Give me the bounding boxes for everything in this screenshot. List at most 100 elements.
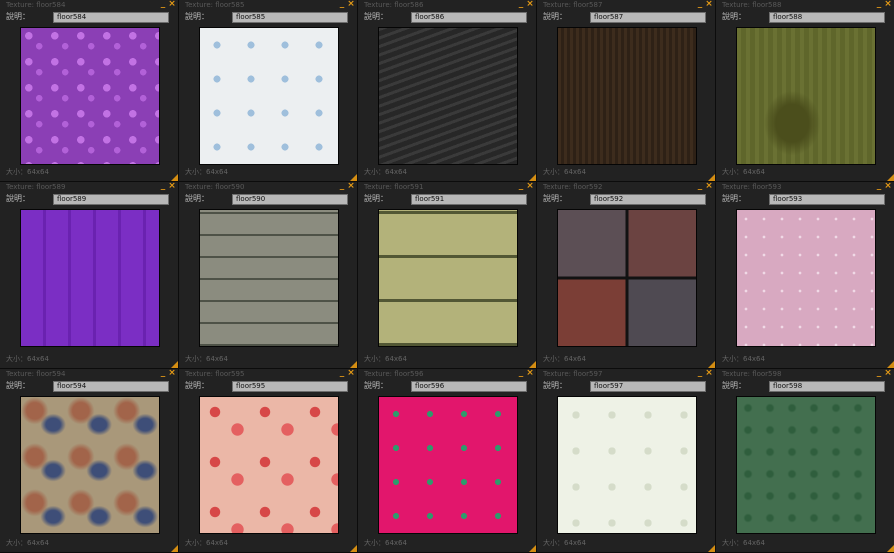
close-icon[interactable]: × (347, 182, 355, 191)
panel-title: Texture: floor584 (6, 1, 66, 9)
resize-grip-icon[interactable] (350, 174, 357, 181)
resize-grip-icon[interactable] (708, 545, 715, 552)
texture-name-field[interactable]: floor596 (411, 381, 527, 392)
close-icon[interactable]: × (884, 0, 892, 9)
panel-title: Texture: floor598 (722, 370, 782, 378)
texture-preview (557, 209, 697, 347)
close-icon[interactable]: × (705, 369, 713, 378)
texture-size-text: 大小：64x64 (364, 539, 407, 547)
minimize-icon[interactable]: _ (875, 182, 883, 191)
texture-name-field[interactable]: floor592 (590, 194, 706, 205)
texture-size-text: 大小：64x64 (6, 355, 49, 363)
minimize-icon[interactable]: _ (517, 369, 525, 378)
description-label: 說明： (6, 194, 30, 203)
resize-grip-icon[interactable] (171, 174, 178, 181)
resize-grip-icon[interactable] (887, 545, 894, 552)
description-label: 說明： (722, 12, 746, 21)
minimize-icon[interactable]: _ (696, 0, 704, 9)
texture-name-field[interactable]: floor590 (232, 194, 348, 205)
texture-panel[interactable]: Texture: floor591 _ × 說明： floor591 大小：64… (358, 182, 537, 369)
minimize-icon[interactable]: _ (159, 0, 167, 9)
texture-panel[interactable]: Texture: floor596 _ × 說明： floor596 大小：64… (358, 369, 537, 553)
texture-name-field[interactable]: floor588 (769, 12, 885, 23)
close-icon[interactable]: × (526, 182, 534, 191)
description-label: 說明： (364, 381, 388, 390)
texture-panel[interactable]: Texture: floor584 _ × 說明： floor584 大小：64… (0, 0, 179, 182)
minimize-icon[interactable]: _ (696, 369, 704, 378)
close-icon[interactable]: × (347, 369, 355, 378)
minimize-icon[interactable]: _ (338, 369, 346, 378)
texture-size-text: 大小：64x64 (364, 168, 407, 176)
panel-title: Texture: floor595 (185, 370, 245, 378)
panel-title: Texture: floor586 (364, 1, 424, 9)
close-icon[interactable]: × (526, 369, 534, 378)
description-label: 說明： (722, 381, 746, 390)
resize-grip-icon[interactable] (529, 174, 536, 181)
resize-grip-icon[interactable] (708, 174, 715, 181)
texture-panel[interactable]: Texture: floor587 _ × 說明： floor587 大小：64… (537, 0, 716, 182)
close-icon[interactable]: × (168, 0, 176, 9)
resize-grip-icon[interactable] (708, 361, 715, 368)
texture-size-text: 大小：64x64 (185, 355, 228, 363)
minimize-icon[interactable]: _ (338, 182, 346, 191)
texture-panel[interactable]: Texture: floor597 _ × 說明： floor597 大小：64… (537, 369, 716, 553)
minimize-icon[interactable]: _ (517, 182, 525, 191)
close-icon[interactable]: × (884, 369, 892, 378)
texture-name-field[interactable]: floor593 (769, 194, 885, 205)
close-icon[interactable]: × (347, 0, 355, 9)
resize-grip-icon[interactable] (529, 545, 536, 552)
minimize-icon[interactable]: _ (696, 182, 704, 191)
texture-panel[interactable]: Texture: floor593 _ × 說明： floor593 大小：64… (716, 182, 894, 369)
texture-name-field[interactable]: floor594 (53, 381, 169, 392)
texture-name-field[interactable]: floor587 (590, 12, 706, 23)
texture-panel[interactable]: Texture: floor592 _ × 說明： floor592 大小：64… (537, 182, 716, 369)
minimize-icon[interactable]: _ (875, 369, 883, 378)
texture-panel[interactable]: Texture: floor590 _ × 說明： floor590 大小：64… (179, 182, 358, 369)
resize-grip-icon[interactable] (171, 361, 178, 368)
texture-name-field[interactable]: floor597 (590, 381, 706, 392)
texture-panel[interactable]: Texture: floor595 _ × 說明： floor595 大小：64… (179, 369, 358, 553)
resize-grip-icon[interactable] (887, 361, 894, 368)
texture-panel[interactable]: Texture: floor588 _ × 說明： floor588 大小：64… (716, 0, 894, 182)
texture-name-field[interactable]: floor598 (769, 381, 885, 392)
minimize-icon[interactable]: _ (338, 0, 346, 9)
minimize-icon[interactable]: _ (517, 0, 525, 9)
close-icon[interactable]: × (705, 182, 713, 191)
description-label: 說明： (722, 194, 746, 203)
texture-panel[interactable]: Texture: floor594 _ × 說明： floor594 大小：64… (0, 369, 179, 553)
texture-name-field[interactable]: floor586 (411, 12, 527, 23)
description-label: 說明： (185, 381, 209, 390)
close-icon[interactable]: × (168, 182, 176, 191)
panel-title: Texture: floor592 (543, 183, 603, 191)
description-label: 說明： (543, 12, 567, 21)
resize-grip-icon[interactable] (171, 545, 178, 552)
close-icon[interactable]: × (884, 182, 892, 191)
resize-grip-icon[interactable] (350, 545, 357, 552)
texture-name-field[interactable]: floor589 (53, 194, 169, 205)
texture-panel[interactable]: Texture: floor586 _ × 說明： floor586 大小：64… (358, 0, 537, 182)
texture-size-text: 大小：64x64 (722, 168, 765, 176)
texture-size-text: 大小：64x64 (6, 168, 49, 176)
resize-grip-icon[interactable] (350, 361, 357, 368)
texture-name-field[interactable]: floor585 (232, 12, 348, 23)
texture-panel[interactable]: Texture: floor598 _ × 說明： floor598 大小：64… (716, 369, 894, 553)
resize-grip-icon[interactable] (887, 174, 894, 181)
texture-preview (736, 27, 876, 165)
texture-panel[interactable]: Texture: floor585 _ × 說明： floor585 大小：64… (179, 0, 358, 182)
panel-title: Texture: floor585 (185, 1, 245, 9)
texture-name-field[interactable]: floor591 (411, 194, 527, 205)
texture-preview (199, 209, 339, 347)
texture-panel[interactable]: Texture: floor589 _ × 說明： floor589 大小：64… (0, 182, 179, 369)
texture-name-field[interactable]: floor595 (232, 381, 348, 392)
minimize-icon[interactable]: _ (159, 369, 167, 378)
panel-title: Texture: floor591 (364, 183, 424, 191)
texture-preview (20, 209, 160, 347)
texture-preview (557, 27, 697, 165)
close-icon[interactable]: × (526, 0, 534, 9)
close-icon[interactable]: × (705, 0, 713, 9)
close-icon[interactable]: × (168, 369, 176, 378)
texture-name-field[interactable]: floor584 (53, 12, 169, 23)
minimize-icon[interactable]: _ (875, 0, 883, 9)
resize-grip-icon[interactable] (529, 361, 536, 368)
minimize-icon[interactable]: _ (159, 182, 167, 191)
